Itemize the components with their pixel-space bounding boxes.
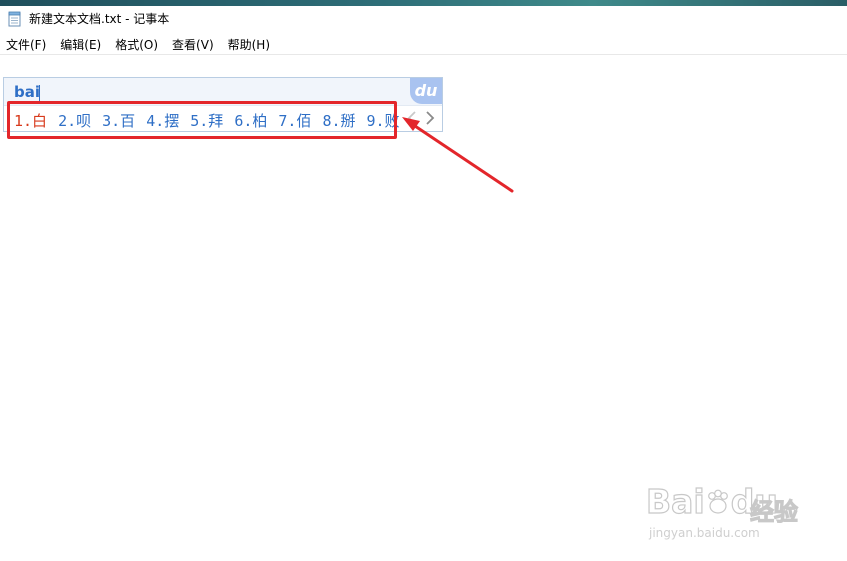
ime-page-arrows	[406, 109, 436, 127]
baidu-ime-logo-icon[interactable]: du	[410, 78, 442, 104]
watermark-cn-text: 经验	[750, 498, 799, 527]
ime-candidate-6[interactable]: 6.柏	[234, 110, 267, 131]
ime-candidate-window: bai du 1.白 2.呗 3.百 4.摆 5.拜 6.柏 7.佰 8.掰 9…	[3, 77, 443, 132]
menu-format[interactable]: 格式(O)	[108, 36, 165, 53]
ime-candidate-4[interactable]: 4.摆	[146, 110, 179, 131]
ime-candidate-list: 1.白 2.呗 3.百 4.摆 5.拜 6.柏 7.佰 8.掰 9.败	[14, 110, 411, 131]
ime-candidate-3[interactable]: 3.百	[102, 110, 135, 131]
ime-candidate-7[interactable]: 7.佰	[278, 110, 311, 131]
notepad-icon	[7, 11, 23, 27]
menu-help[interactable]: 帮助(H)	[221, 36, 277, 53]
ime-candidate-9[interactable]: 9.败	[367, 110, 400, 131]
baidu-jingyan-watermark: Bai du 经验 jingyan.baidu.com	[645, 478, 806, 548]
menu-bar: 文件(F) 编辑(E) 格式(O) 查看(V) 帮助(H)	[0, 34, 847, 55]
chevron-left-icon[interactable]	[406, 109, 418, 127]
paw-icon	[705, 484, 731, 514]
titlebar[interactable]: 新建文本文档.txt - 记事本	[0, 6, 847, 31]
ime-caret	[39, 85, 40, 101]
window-title: 新建文本文档.txt - 记事本	[29, 12, 170, 26]
menu-file[interactable]: 文件(F)	[0, 36, 53, 53]
ime-candidate-8[interactable]: 8.掰	[322, 110, 355, 131]
watermark-url: jingyan.baidu.com	[649, 526, 760, 540]
menu-edit[interactable]: 编辑(E)	[53, 36, 108, 53]
ime-candidate-1[interactable]: 1.白	[14, 110, 47, 131]
ime-pinyin-text: bai	[14, 83, 41, 101]
menu-view[interactable]: 查看(V)	[165, 36, 221, 53]
notepad-window: 新建文本文档.txt - 记事本 文件(F) 编辑(E) 格式(O) 查看(V)…	[0, 0, 847, 561]
ime-candidate-5[interactable]: 5.拜	[190, 110, 223, 131]
ime-candidate-2[interactable]: 2.呗	[58, 110, 91, 131]
ime-composition-bar: bai du	[4, 78, 442, 106]
chevron-right-icon[interactable]	[424, 109, 436, 127]
